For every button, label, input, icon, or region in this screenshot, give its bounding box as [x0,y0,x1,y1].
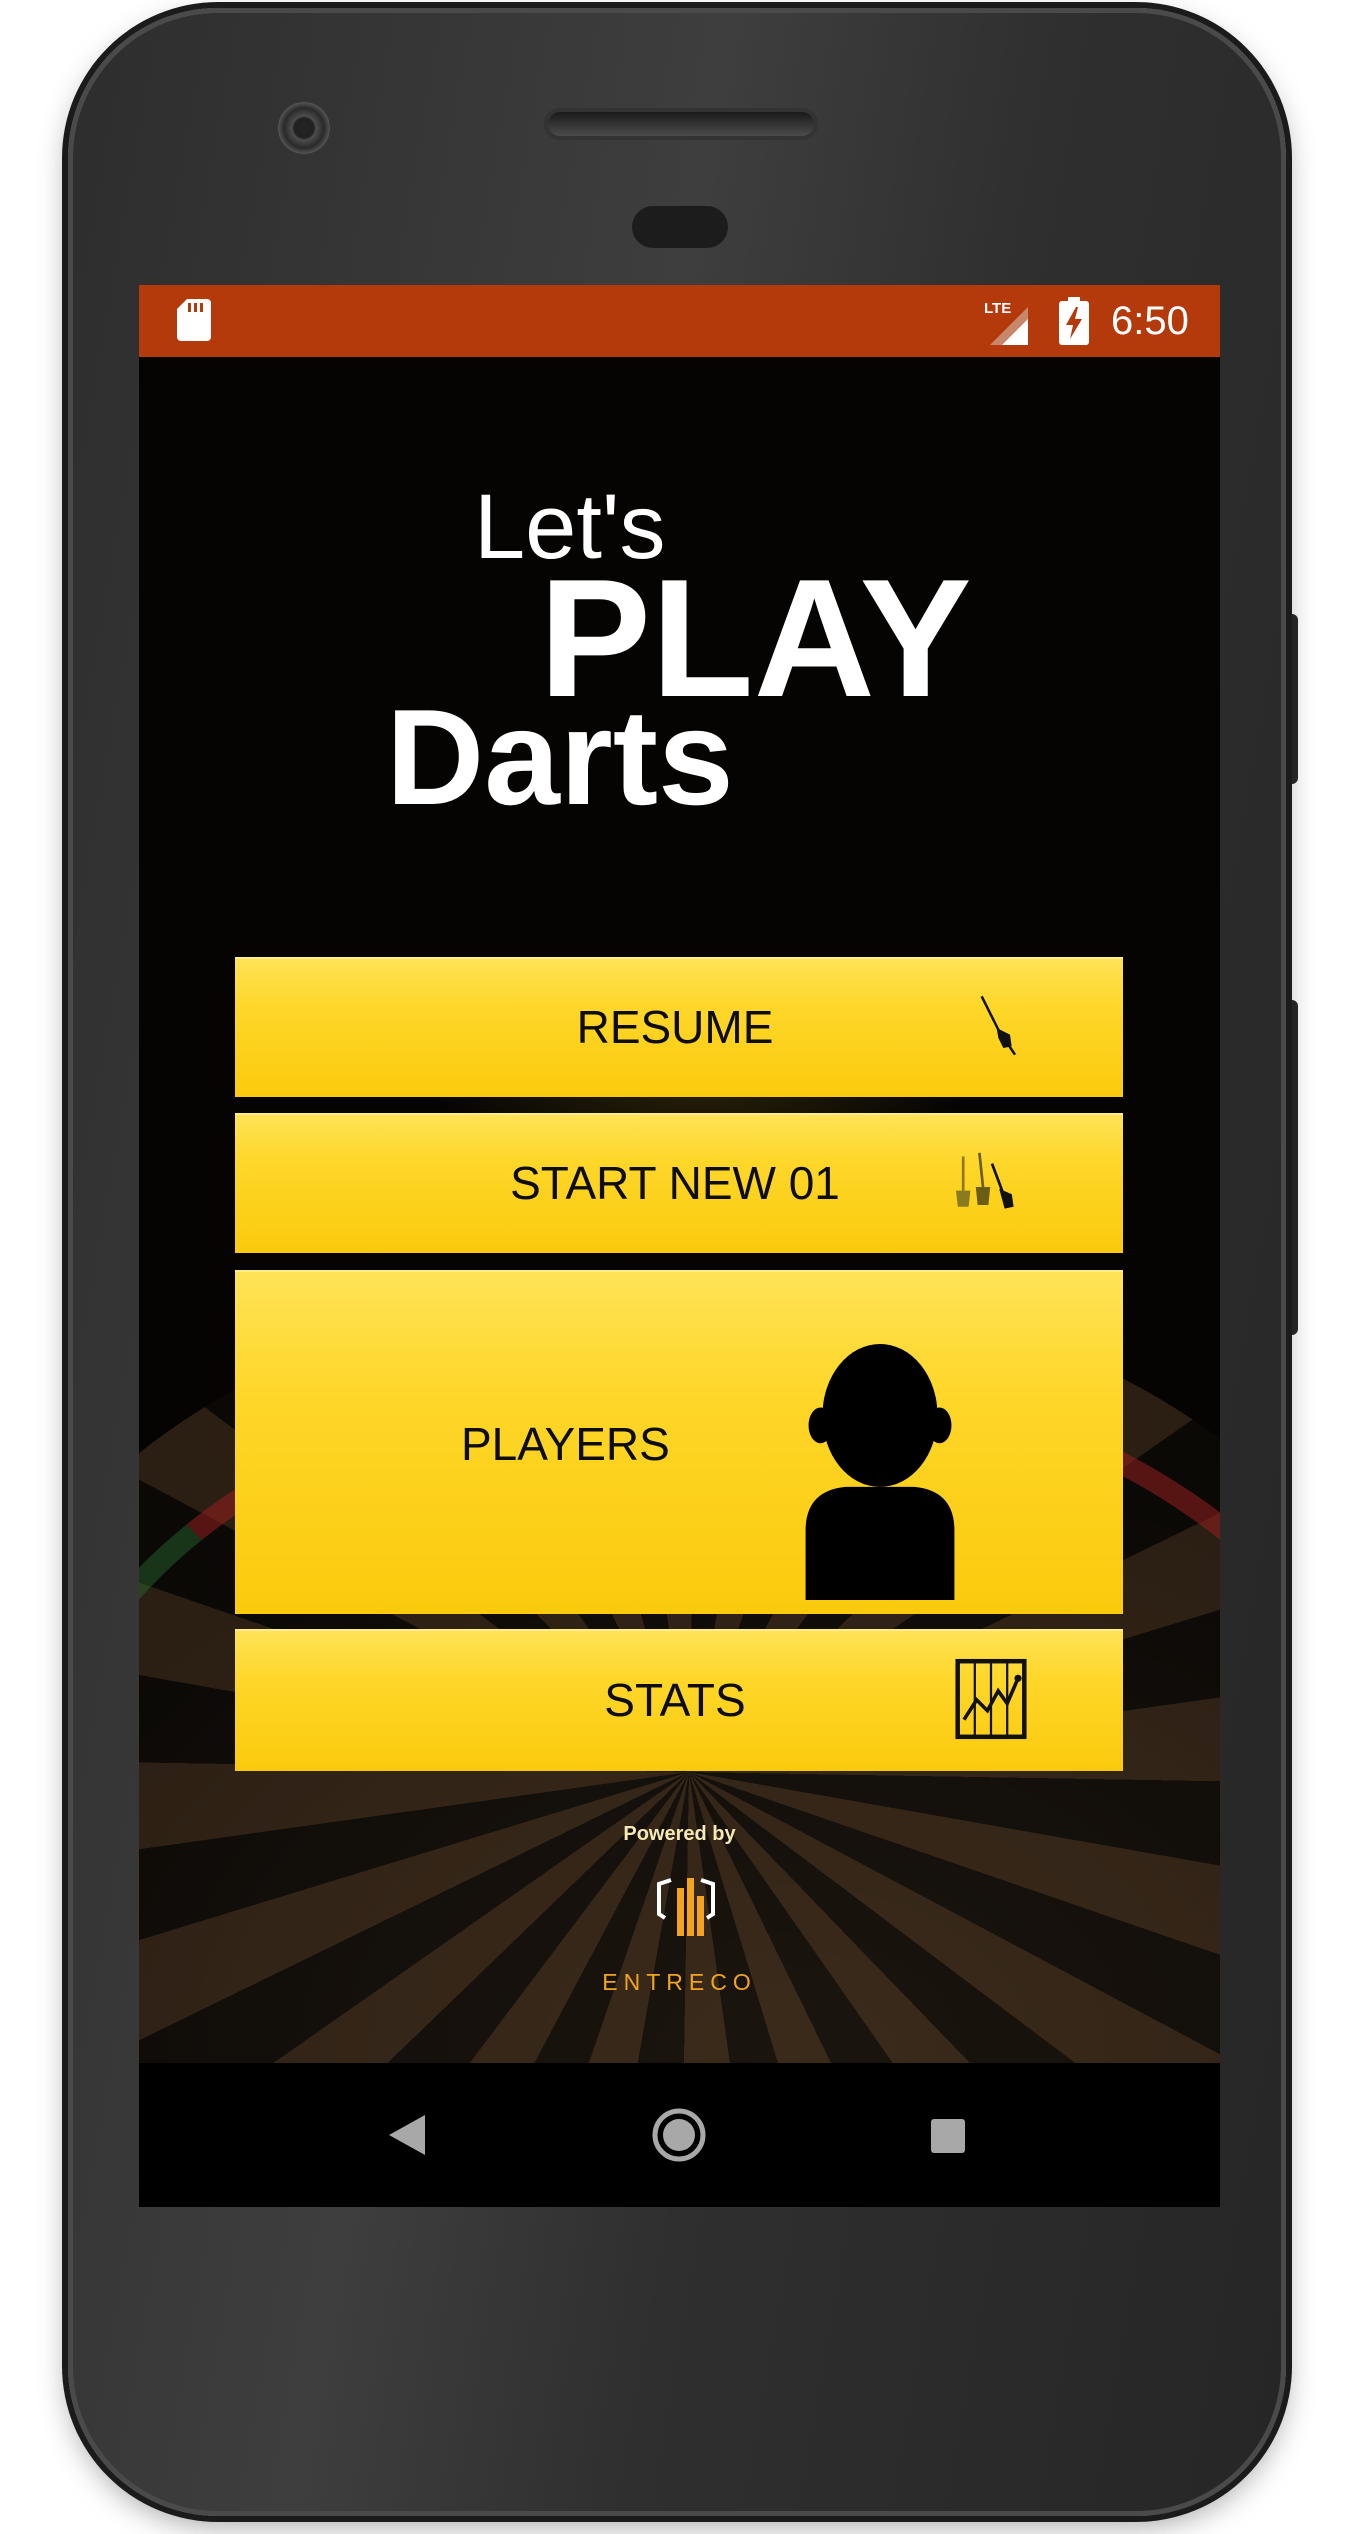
status-bar: LTE 6:50 [139,285,1220,357]
stats-chart-icon [955,1658,1027,1740]
dart-icon [980,995,1017,1056]
back-icon[interactable] [389,2115,425,2155]
status-clock: 6:50 [1111,299,1189,343]
start-new-01-button[interactable]: START NEW 01 [235,1113,1123,1253]
earpiece-speaker [548,112,814,136]
title-darts: Darts [386,681,734,833]
home-icon[interactable] [651,2107,707,2163]
power-button[interactable] [1286,614,1298,784]
resume-button[interactable]: RESUME [235,957,1123,1097]
sd-card-icon [177,299,211,341]
device-screen: LTE 6:50 Let's PLAY Darts RESUME START N… [139,285,1220,2207]
volume-button[interactable] [1286,1000,1298,1335]
recents-icon[interactable] [931,2119,965,2153]
navigation-bar [139,2063,1220,2207]
proximity-sensor [632,206,728,248]
app-content: Let's PLAY Darts RESUME START NEW 01 PLA… [139,357,1220,2063]
svg-text:LTE: LTE [984,300,1011,317]
player-silhouette-icon [805,1343,955,1600]
battery-charging-icon [1059,297,1089,345]
players-button[interactable]: PLAYERS [235,1270,1123,1614]
entreco-logo-icon [657,1878,715,1936]
lte-signal-icon: LTE [984,300,1028,345]
entreco-brand-name: ENTRECO [602,1969,757,1995]
players-label: PLAYERS [461,1418,670,1470]
front-camera [278,102,330,154]
three-darts-icon [956,1152,1014,1209]
powered-by-text: Powered by [623,1823,736,1845]
stats-button[interactable]: STATS [235,1629,1123,1771]
